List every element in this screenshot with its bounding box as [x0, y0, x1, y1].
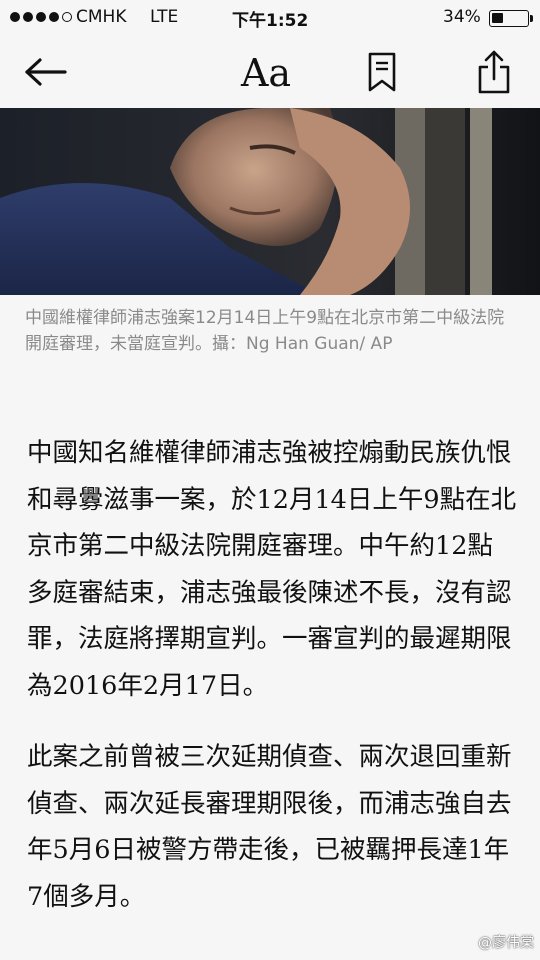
share-button[interactable] — [472, 46, 516, 98]
left-arrow-icon — [25, 58, 67, 86]
article-paragraph: 此案之前曾被三次延期偵查、兩次退回重新偵查、兩次延長審理期限後，而浦志強自去年5… — [27, 742, 512, 912]
back-button[interactable] — [20, 50, 70, 94]
bookmark-button[interactable] — [360, 48, 404, 96]
font-size-button[interactable]: Aa — [230, 48, 302, 98]
status-bar: CMHK LTE 下午1:52 34% — [0, 0, 540, 36]
article-photo[interactable] — [0, 108, 540, 295]
bookmark-icon — [368, 52, 396, 92]
carrier-name: CMHK — [76, 7, 127, 27]
battery-icon — [489, 10, 529, 27]
reader-toolbar: Aa — [0, 36, 540, 108]
network-type: LTE — [150, 7, 179, 27]
clock: 下午1:52 — [232, 11, 309, 31]
article-body: 中國知名維權律師浦志強被控煽動民族仇恨和尋釁滋事一案，於12月14日上午9點在北… — [27, 430, 517, 945]
photo-illustration — [0, 108, 540, 295]
battery-tip — [530, 15, 533, 22]
battery-percent: 34% — [443, 7, 481, 27]
share-icon — [478, 50, 510, 94]
photo-caption: 中國維權律師浦志強案12月14日上午9點在北京市第二中級法院開庭審理，未當庭宣判… — [25, 308, 505, 354]
signal-strength-icon — [10, 12, 72, 22]
article-paragraph: 中國知名維權律師浦志強被控煽動民族仇恨和尋釁滋事一案，於12月14日上午9點在北… — [27, 438, 517, 701]
watermark: @廖伟棠 — [478, 935, 534, 951]
